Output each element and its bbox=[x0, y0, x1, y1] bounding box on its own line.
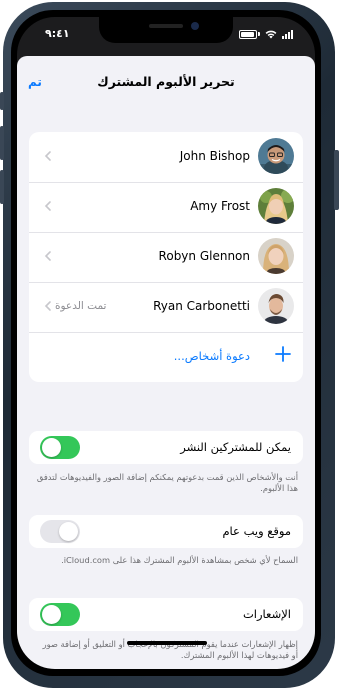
avatar bbox=[258, 138, 294, 174]
subscribers-can-post-toggle[interactable] bbox=[40, 436, 80, 459]
subscribers-can-post-row: يمكن للمشتركين النشر bbox=[29, 431, 303, 464]
invite-people-label: دعوة أشخاص... bbox=[173, 349, 250, 363]
subscriber-row[interactable]: Ryan Carbonetti تمت الدعوة bbox=[29, 282, 303, 332]
public-website-toggle[interactable] bbox=[40, 520, 80, 543]
public-website-label: موقع ويب عام bbox=[222, 524, 291, 538]
wifi-icon bbox=[265, 30, 277, 38]
avatar bbox=[258, 288, 294, 324]
notch bbox=[99, 17, 233, 43]
notifications-label: الإشعارات bbox=[242, 607, 291, 621]
cellular-signal-icon bbox=[282, 29, 293, 39]
subscriber-row[interactable]: John Bishop bbox=[29, 132, 303, 182]
subscriber-name: Amy Frost bbox=[190, 199, 250, 213]
subscriber-name: Robyn Glennon bbox=[158, 249, 250, 263]
front-camera bbox=[191, 22, 199, 30]
speaker-grille bbox=[149, 24, 183, 28]
page-title: تحرير الألبوم المشترك bbox=[97, 74, 235, 89]
subscriber-row[interactable]: Amy Frost bbox=[29, 182, 303, 232]
plus-icon bbox=[275, 346, 291, 362]
phone-screen: ٩:٤١ تم تحرير الألبوم المشترك John Bisho… bbox=[17, 17, 315, 669]
invite-people-button[interactable]: دعوة أشخاص... bbox=[29, 332, 303, 382]
power-button bbox=[334, 150, 339, 210]
subscriber-name: John Bishop bbox=[179, 149, 250, 163]
subscriber-row[interactable]: Robyn Glennon bbox=[29, 232, 303, 282]
public-website-row: موقع ويب عام bbox=[29, 515, 303, 548]
avatar bbox=[258, 188, 294, 224]
notifications-row: الإشعارات bbox=[29, 598, 303, 631]
public-website-footnote: السماح لأي شخص بمشاهدة الألبوم المشترك ه… bbox=[61, 555, 298, 565]
chevron-left-icon bbox=[44, 201, 51, 211]
chevron-left-icon bbox=[44, 301, 51, 311]
chevron-left-icon bbox=[44, 151, 51, 161]
notifications-toggle[interactable] bbox=[40, 603, 80, 626]
subscribers-can-post-label: يمكن للمشتركين النشر bbox=[180, 440, 291, 454]
avatar bbox=[258, 238, 294, 274]
volume-down-button bbox=[0, 170, 4, 204]
status-icons bbox=[239, 29, 293, 39]
invited-status: تمت الدعوة bbox=[55, 300, 107, 312]
chevron-left-icon bbox=[44, 251, 51, 261]
status-time: ٩:٤١ bbox=[45, 27, 70, 40]
edit-shared-album-sheet: تم تحرير الألبوم المشترك John Bishop Amy… bbox=[17, 56, 315, 669]
volume-up-button bbox=[0, 126, 4, 160]
battery-icon bbox=[239, 29, 257, 39]
subscribers-list: John Bishop Amy Frost Robyn Glennon Ryan… bbox=[29, 132, 303, 382]
mute-switch bbox=[0, 92, 4, 110]
subscriber-name: Ryan Carbonetti bbox=[153, 299, 250, 313]
subscribers-can-post-footnote: أنت والأشخاص الذين قمت بدعوتهم يمكنكم إض… bbox=[36, 472, 298, 493]
home-indicator bbox=[127, 641, 207, 645]
